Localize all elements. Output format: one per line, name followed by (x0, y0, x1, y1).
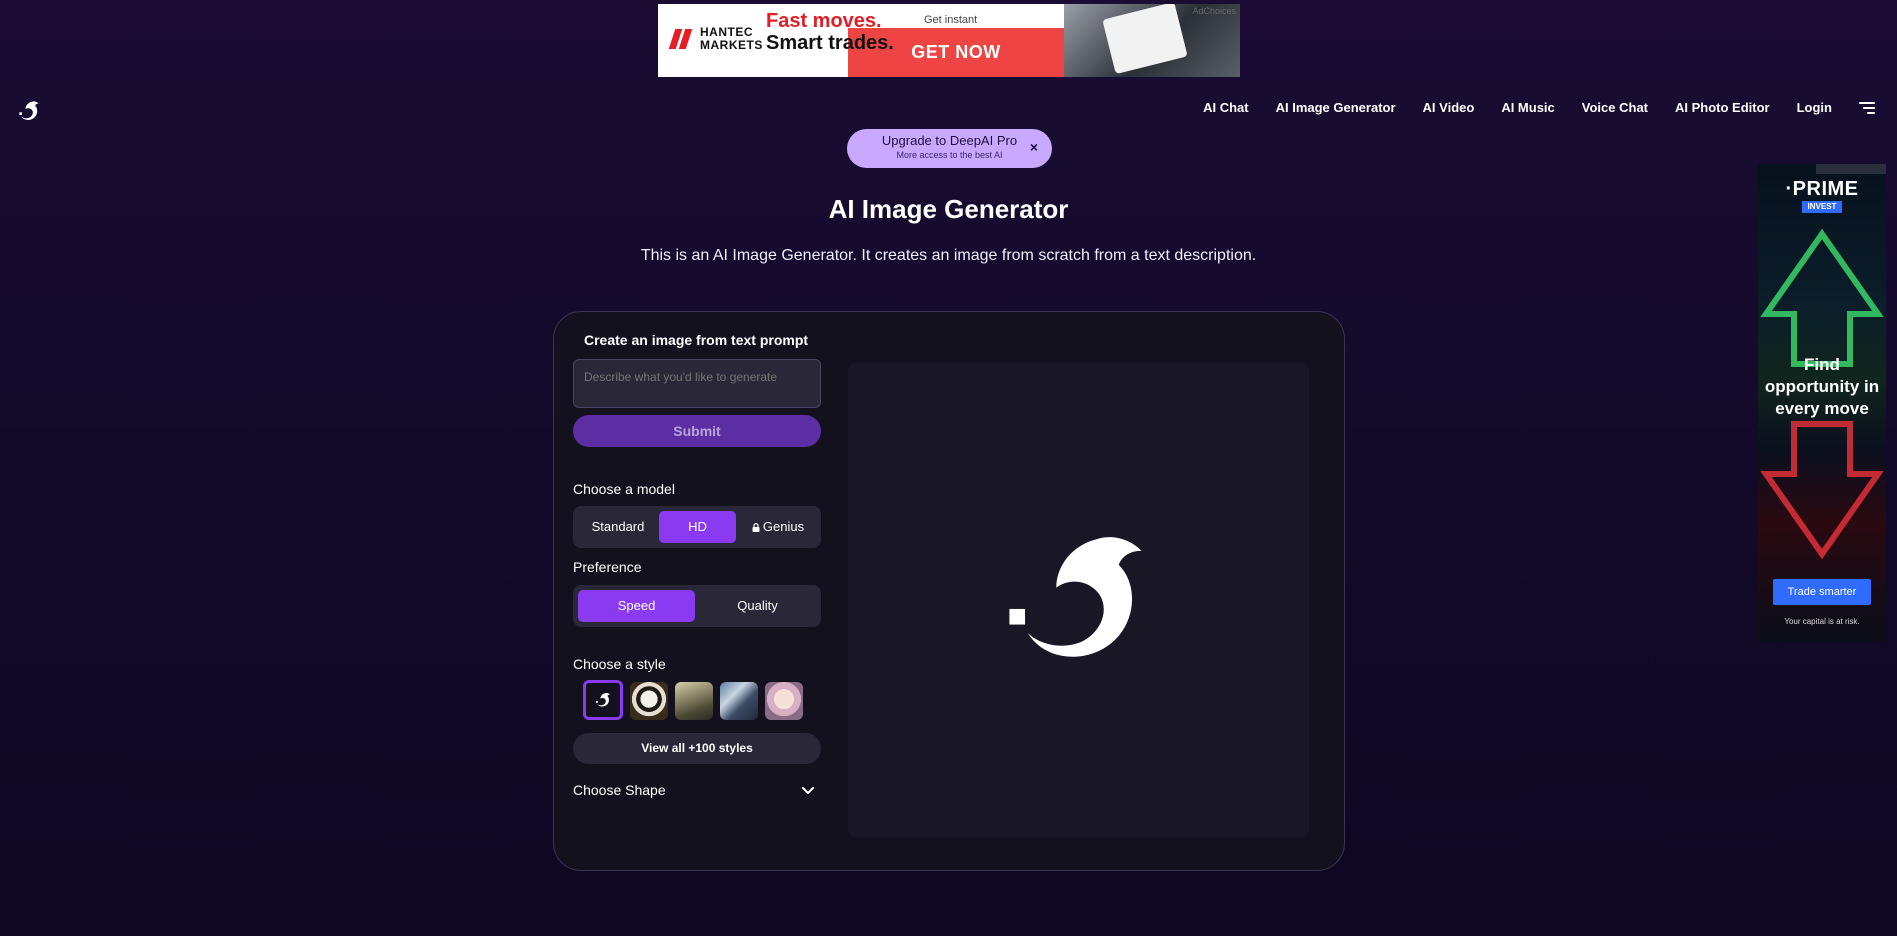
style-thumb-landscape[interactable] (675, 682, 713, 720)
prompt-input[interactable] (573, 359, 821, 408)
nav-voice-chat[interactable]: Voice Chat (1582, 100, 1648, 115)
ad-headline-2: Smart trades. (766, 32, 894, 54)
upgrade-subtitle: More access to the best AI (896, 150, 1003, 160)
hantec-logo: HANTEC MARKETS (668, 26, 763, 52)
ad-headline-1: Fast moves. (766, 10, 882, 32)
model-label: Choose a model (573, 481, 675, 497)
nav-ai-chat[interactable]: AI Chat (1203, 100, 1249, 115)
hantec-logo-icon (668, 29, 694, 49)
choose-shape-label[interactable]: Choose Shape (573, 782, 666, 798)
nav-login[interactable]: Login (1797, 100, 1832, 115)
preference-quality-button[interactable]: Quality (699, 590, 816, 622)
deepai-logo-icon (1009, 537, 1142, 657)
view-all-styles-button[interactable]: View all +100 styles (573, 733, 821, 764)
model-genius-label: Genius (762, 519, 805, 534)
nav-ai-image-generator[interactable]: AI Image Generator (1276, 100, 1396, 115)
risk-disclaimer: Your capital is at risk. (1784, 617, 1860, 626)
model-standard-button[interactable]: Standard (578, 511, 658, 543)
preference-label: Preference (573, 559, 642, 575)
model-selector: Standard HD Genius (573, 506, 821, 548)
ad-copy: Find opportunity in every move (1764, 355, 1880, 418)
model-hd-button[interactable]: HD (659, 511, 736, 543)
adchoices-label[interactable]: AdChoices (1192, 6, 1236, 16)
style-thumb-robot[interactable] (720, 682, 758, 720)
nav-ai-photo-editor[interactable]: AI Photo Editor (1675, 100, 1770, 115)
top-banner-ad[interactable]: HANTEC MARKETS GET NOW Fast moves. Smart… (658, 4, 1240, 77)
ad-brand-line2: MARKETS (700, 38, 763, 52)
page-subtitle: This is an AI Image Generator. It create… (640, 247, 1257, 264)
chevron-down-icon[interactable] (801, 783, 815, 797)
style-thumb-panda[interactable] (630, 682, 668, 720)
ad-small-text: Get instant (924, 14, 978, 26)
hamburger-menu-icon[interactable] (1859, 101, 1875, 114)
style-thumb-portrait[interactable] (765, 682, 803, 720)
lock-icon (752, 523, 760, 532)
upgrade-banner[interactable]: Upgrade to DeepAI Pro More access to the… (847, 129, 1052, 168)
ad-tag (1816, 164, 1886, 174)
preference-speed-button[interactable]: Speed (578, 590, 695, 622)
trade-smarter-button[interactable]: Trade smarter (1773, 579, 1871, 605)
submit-button[interactable]: Submit (573, 415, 821, 447)
deepai-logo-icon[interactable] (18, 100, 40, 122)
prompt-label: Create an image from text prompt (584, 332, 809, 348)
style-thumb-default[interactable] (583, 680, 623, 720)
preference-selector: Speed Quality (573, 585, 821, 627)
deepai-logo-icon (595, 693, 611, 707)
style-label: Choose a style (573, 656, 666, 672)
model-genius-button[interactable]: Genius (739, 511, 817, 543)
side-banner-ad[interactable]: ·PRIME INVEST Find opportunity in every … (1758, 164, 1886, 642)
invest-badge: INVEST (1802, 201, 1842, 213)
close-icon[interactable]: × (1030, 139, 1038, 155)
nav-ai-music[interactable]: AI Music (1501, 100, 1554, 115)
prime-brand: ·PRIME (1785, 178, 1859, 200)
nav-ai-video[interactable]: AI Video (1423, 100, 1475, 115)
upgrade-title: Upgrade to DeepAI Pro (881, 133, 1018, 148)
page-title: AI Image Generator (828, 194, 1069, 224)
main-nav: AI Chat AI Image Generator AI Video AI M… (1176, 100, 1875, 115)
